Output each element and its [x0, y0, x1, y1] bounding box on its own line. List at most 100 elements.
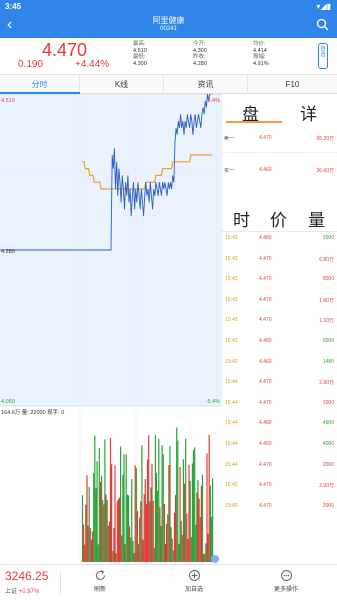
volume-bar — [115, 553, 117, 562]
value-low: 4.300 — [133, 60, 147, 67]
trade-time: 15:45 — [225, 482, 238, 489]
y-high-pct-label: 5.4% — [207, 98, 220, 104]
trade-price: 4.470 — [259, 379, 272, 386]
crosshair-handle-icon[interactable] — [211, 555, 219, 563]
refresh-button[interactable]: 刷新 — [78, 569, 122, 593]
volume-bar — [198, 498, 200, 562]
nav-bar: ‹ 阿里健康 00241 — [0, 13, 337, 38]
volume-bar — [105, 494, 107, 562]
volume-bar — [167, 514, 169, 562]
volume-bar — [182, 459, 184, 562]
volume-bar — [150, 487, 152, 562]
trade-price: 4.460 — [259, 420, 272, 427]
trades-title-price: 价 — [270, 211, 287, 230]
tab-news[interactable]: 资讯 — [164, 75, 248, 94]
volume-bar — [168, 465, 170, 562]
value-amplitude: 4.91% — [253, 60, 269, 67]
trade-price: 4.470 — [259, 296, 272, 303]
trades-title-volume: 量 — [308, 211, 325, 230]
volume-bar — [99, 481, 101, 562]
trade-volume: 4900 — [322, 420, 334, 427]
buy-label: 买一 — [224, 168, 235, 174]
trade-volume: 1.00万 — [319, 318, 334, 325]
volume-bar — [134, 465, 136, 562]
trade-price: 4.470 — [259, 276, 272, 283]
value-prev-close: 4.280 — [193, 60, 207, 67]
more-actions-button[interactable]: 更多操作 — [264, 569, 308, 593]
volume-bar — [114, 465, 116, 562]
sell-volume: 95.20万 — [316, 136, 334, 142]
volume-bar — [130, 537, 132, 562]
y-low-pct-label: -5.4% — [206, 399, 220, 405]
volume-bar — [160, 526, 162, 562]
volume-bar — [94, 435, 96, 562]
volume-bar — [189, 480, 191, 562]
trade-row: 15:45 4.470 2.00万 — [222, 482, 337, 493]
label-high: 最高: — [133, 41, 146, 47]
volume-bar — [125, 454, 127, 562]
quote-header: 4.470 0.190 +4.44% 最高: 4.510 最低: 4.300 今… — [0, 38, 337, 75]
volume-bar — [89, 528, 91, 562]
tab-kline[interactable]: K线 — [80, 75, 164, 94]
trade-time: 15:44 — [225, 441, 238, 447]
volume-bar — [200, 485, 202, 562]
volume-bar — [155, 472, 158, 562]
trades-header: 时 价 量 — [222, 203, 337, 231]
volume-bar — [158, 438, 160, 562]
add-watch-button[interactable]: 加自选 — [172, 569, 216, 593]
volume-bar — [178, 543, 180, 562]
bottom-toolbar: 3246.25 上证 +0.97% 刷新 加自选 更多操作 — [0, 564, 337, 600]
volume-bar — [169, 446, 171, 562]
tab-f10[interactable]: F10 — [248, 75, 337, 94]
trade-time: 15:43 — [225, 255, 238, 262]
volume-bar — [201, 474, 204, 562]
volume-bar — [102, 500, 104, 562]
volume-bar — [148, 435, 150, 562]
volume-bar — [192, 450, 195, 562]
status-time: 3:45 — [5, 2, 22, 11]
volume-bar — [185, 438, 187, 562]
volume-bar — [176, 427, 178, 562]
y-prev-close-label: 4.280 — [1, 249, 15, 255]
index-change: +0.97% — [18, 589, 40, 595]
volume-bar — [124, 544, 126, 562]
volume-bar — [92, 531, 94, 562]
trade-row: 15:44 4.470 2000 — [222, 400, 337, 411]
trade-price: 4.460 — [259, 441, 272, 447]
price-change: 0.190 — [18, 59, 44, 70]
search-icon[interactable] — [316, 18, 329, 31]
volume-bar — [171, 538, 173, 562]
volume-bar — [86, 475, 88, 562]
volume-bar — [103, 504, 105, 562]
volume-bar — [87, 525, 89, 562]
trade-time: 15:45 — [225, 502, 238, 509]
volume-bar — [153, 547, 155, 562]
volume-bar — [208, 434, 210, 562]
volume-bar — [152, 500, 154, 562]
detail-panel: 盘 详 卖一 4.470 95.20万 买一 4.460 36.60万 时 价 … — [222, 94, 337, 564]
stock-code: 00241 — [160, 26, 177, 32]
trade-price: 4.470 — [259, 255, 272, 262]
volume-bar — [205, 543, 207, 562]
trade-row: 15:44 4.460 4000 — [222, 441, 337, 452]
trade-row: 15:43 4.460 2000 — [222, 235, 337, 246]
status-icons: ▾◢▮ — [316, 2, 331, 11]
volume-bar — [85, 504, 87, 562]
volume-bar — [157, 490, 159, 562]
volume-bar — [126, 494, 128, 562]
trade-volume: 2000 — [322, 502, 334, 509]
volume-bar — [101, 475, 103, 562]
status-bar: 3:45 ▾◢▮ — [0, 0, 337, 13]
volume-bar — [188, 464, 190, 562]
add-watchlist-button[interactable]: 自选 — [318, 43, 328, 69]
volume-bar — [141, 445, 143, 562]
trade-price: 4.470 — [259, 502, 272, 509]
label-open: 今开: — [193, 41, 206, 47]
intraday-chart[interactable]: 4.510 5.4% 4.280 4.050 -5.4% 164.6万 量: 2… — [0, 94, 222, 564]
volume-bar — [206, 453, 208, 562]
trade-time: 15:43 — [225, 358, 238, 365]
volume-bar — [163, 503, 165, 562]
volume-bar — [187, 539, 189, 562]
index-value[interactable]: 3246.25 — [5, 569, 48, 583]
volume-bar — [106, 499, 108, 562]
